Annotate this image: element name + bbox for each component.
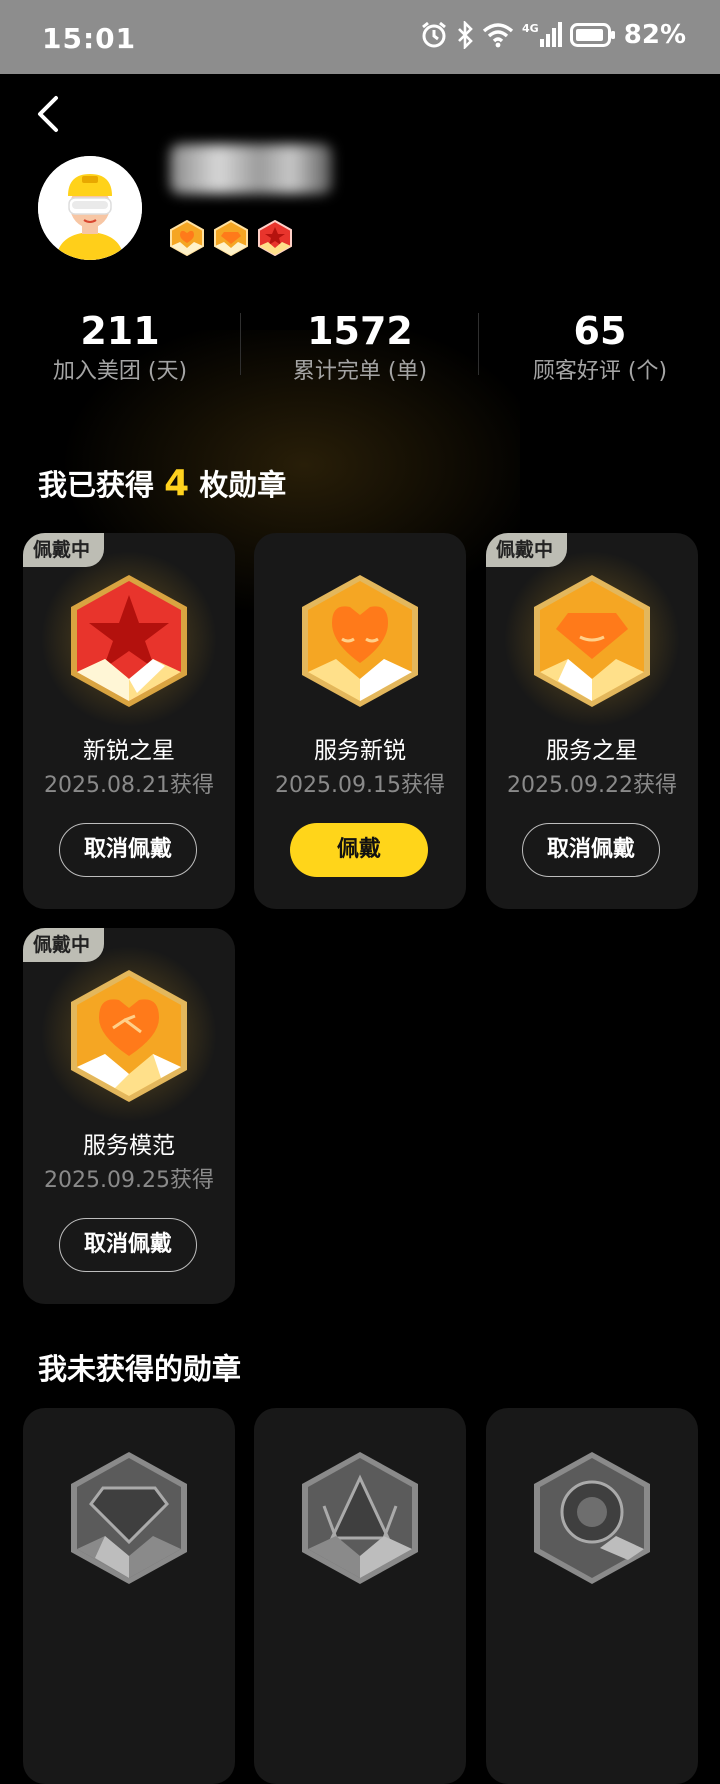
cancel-wear-button[interactable]: 取消佩戴 (59, 1218, 197, 1272)
cancel-wear-button[interactable]: 取消佩戴 (522, 823, 660, 877)
user-name-redacted (170, 144, 332, 194)
handshake-medal-icon (71, 970, 187, 1102)
stat-value: 211 (80, 309, 160, 353)
alarm-icon (421, 21, 446, 48)
handshake-medal-icon (170, 220, 204, 256)
status-time: 15:01 (42, 22, 137, 55)
diamond-medal-icon (214, 220, 248, 256)
earned-count: 4 (164, 463, 190, 504)
avatar[interactable] (38, 156, 142, 260)
battery-icon (569, 23, 615, 47)
badge-title: 服务新锐 (314, 738, 406, 764)
badge-title: 服务模范 (83, 1133, 175, 1159)
badge-card[interactable]: 佩戴中 服务之星 2025.09.22获得 取消佩戴 (486, 533, 698, 909)
badge-card[interactable]: 服务新锐 2025.09.15获得 佩戴 (254, 533, 466, 909)
status-icons: 4G 82% (420, 20, 686, 50)
wearing-tag: 佩戴中 (23, 533, 105, 567)
chevron-left-icon (38, 96, 58, 132)
stat-label: 加入美团 (天) (52, 359, 188, 384)
locked-badge-card[interactable] (23, 1408, 235, 1784)
cancel-wear-button[interactable]: 取消佩戴 (59, 823, 197, 877)
back-button[interactable] (30, 92, 70, 136)
diamond-medal-icon (534, 575, 650, 707)
crown-locked-icon (302, 1452, 418, 1584)
star-medal-icon (258, 220, 292, 256)
stat-join-days: 211 加入美团 (天) (0, 305, 240, 395)
unearned-section-title: 我未获得的勋章 (38, 1352, 242, 1386)
status-bar: 15:01 4G 82% (0, 0, 720, 74)
worn-badges (170, 220, 292, 256)
earned-suffix: 枚勋章 (199, 468, 287, 502)
star-medal-icon (71, 575, 187, 707)
badge-card[interactable]: 佩戴中 服务模范 2025.09.25获得 取消佩戴 (23, 928, 235, 1304)
badge-date: 2025.09.25获得 (44, 1168, 214, 1193)
badge-title: 新锐之星 (83, 738, 175, 764)
wear-button[interactable]: 佩戴 (290, 823, 428, 877)
rider-avatar-icon (38, 156, 142, 260)
heart-medal-icon (302, 575, 418, 707)
locked-badge-card[interactable] (254, 1408, 466, 1784)
badge-date: 2025.09.15获得 (275, 773, 445, 798)
stat-value: 1572 (307, 309, 413, 353)
badge-title: 服务之星 (546, 738, 638, 764)
wifi-icon (482, 23, 513, 48)
stats-row: 211 加入美团 (天) 1572 累计完单 (单) 65 顾客好评 (个) (0, 305, 720, 395)
badge-date: 2025.08.21获得 (44, 773, 214, 798)
badge-card[interactable]: 佩戴中 新锐之星 2025.08.21获得 取消佩戴 (23, 533, 235, 909)
target-locked-icon (534, 1452, 650, 1584)
stat-label: 顾客好评 (个) (532, 359, 668, 384)
bluetooth-icon (457, 21, 473, 49)
network-label: 4G (522, 22, 539, 35)
divider (240, 313, 241, 375)
locked-badge-card[interactable] (486, 1408, 698, 1784)
earned-section-title: 我已获得 4 枚勋章 (38, 462, 286, 504)
signal-icon: 4G (522, 22, 562, 47)
divider (478, 313, 479, 375)
stat-label: 累计完单 (单) (292, 359, 428, 384)
stat-value: 65 (573, 309, 627, 353)
stat-good-reviews: 65 顾客好评 (个) (480, 305, 720, 395)
wearing-tag: 佩戴中 (486, 533, 568, 567)
wearing-tag: 佩戴中 (23, 928, 105, 962)
stat-orders: 1572 累计完单 (单) (240, 305, 480, 395)
badge-date: 2025.09.22获得 (507, 773, 677, 798)
battery-percent: 82% (623, 20, 686, 50)
earned-prefix: 我已获得 (38, 468, 155, 502)
diamond-locked-icon (71, 1452, 187, 1584)
